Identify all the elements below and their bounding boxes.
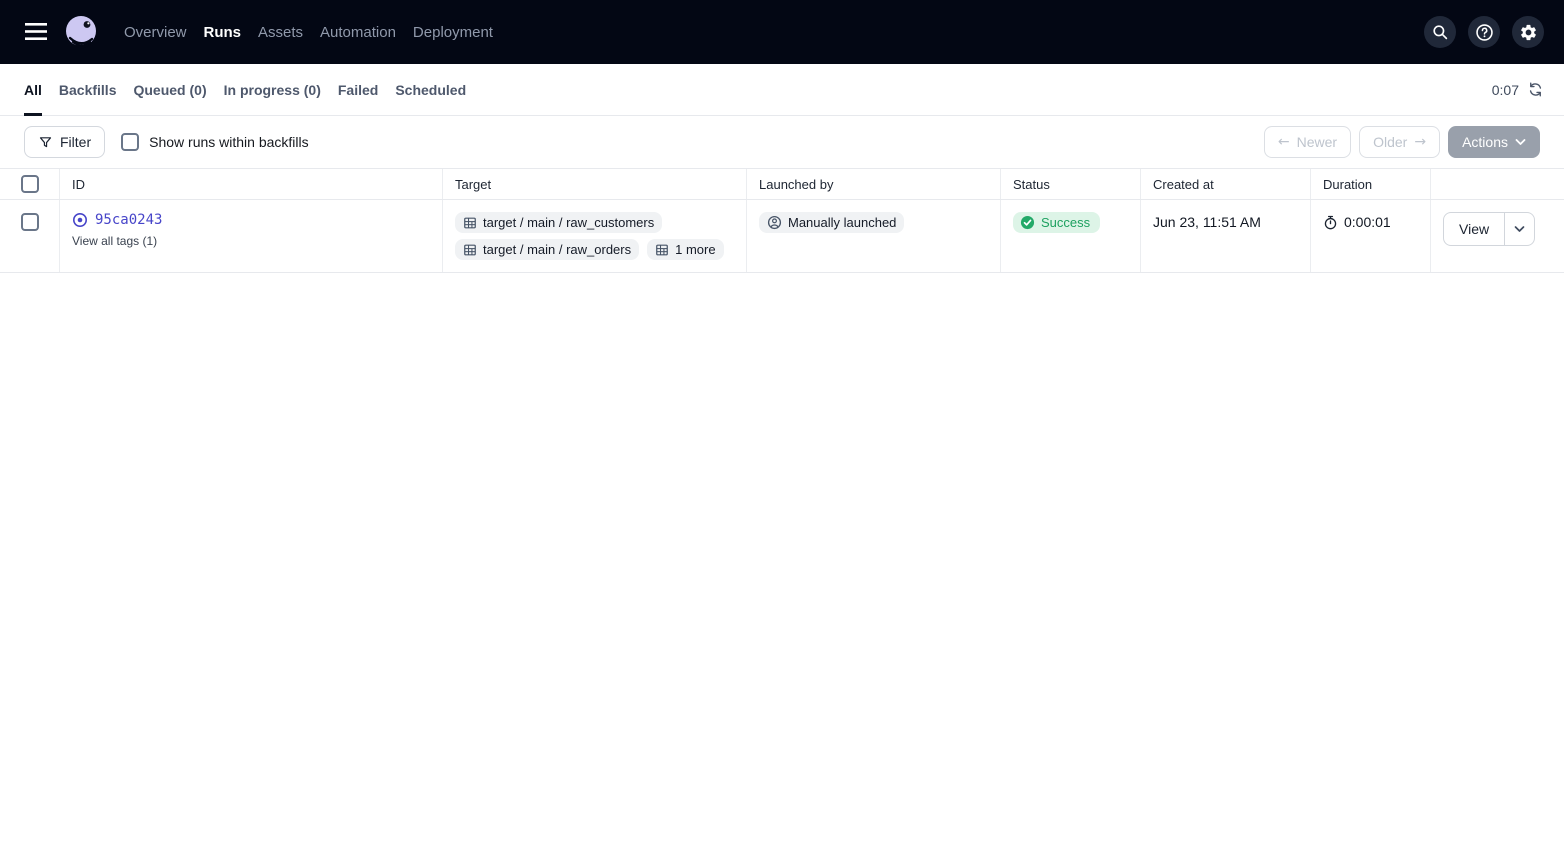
nav-item-runs[interactable]: Runs (204, 24, 242, 41)
nav-item-overview[interactable]: Overview (124, 24, 187, 41)
hamburger-icon (25, 23, 47, 41)
older-button[interactable]: Older → (1359, 126, 1440, 158)
actions-button-label: Actions (1462, 134, 1508, 150)
nav-item-deployment[interactable]: Deployment (413, 24, 493, 41)
filter-funnel-icon (38, 135, 53, 150)
runs-tabs-row: All Backfills Queued (0) In progress (0)… (0, 64, 1564, 116)
row-actions-cell: View (1431, 200, 1564, 272)
check-circle-icon (1020, 215, 1035, 230)
duration-value: 0:00:01 (1344, 214, 1391, 230)
more-targets-label: 1 more (675, 242, 715, 257)
filter-button-label: Filter (60, 134, 91, 150)
run-id-cell: 95ca0243 View all tags (1) (60, 200, 443, 272)
table-grid-icon (463, 243, 477, 257)
chevron-down-icon (1515, 138, 1526, 146)
select-all-cell (0, 169, 60, 199)
chevron-down-icon (1514, 225, 1525, 233)
tab-failed[interactable]: Failed (338, 64, 378, 116)
table-row: 95ca0243 View all tags (1) target / main… (0, 200, 1564, 273)
duration-cell: 0:00:01 (1311, 200, 1431, 272)
status-badge: Success (1013, 212, 1100, 233)
refresh-button[interactable] (1527, 81, 1544, 98)
row-select-cell (0, 200, 60, 272)
show-backfills-checkbox[interactable] (121, 133, 139, 151)
column-header-duration: Duration (1311, 169, 1431, 199)
show-backfills-toggle[interactable]: Show runs within backfills (121, 133, 309, 151)
top-navigation: Overview Runs Assets Automation Deployme… (0, 0, 1564, 64)
view-all-tags-link[interactable]: View all tags (1) (72, 234, 157, 248)
table-grid-icon (655, 243, 669, 257)
timer-icon (1323, 215, 1338, 230)
target-tag-label: target / main / raw_customers (483, 215, 654, 230)
run-id-link[interactable]: 95ca0243 (95, 212, 162, 228)
nav-item-assets[interactable]: Assets (258, 24, 303, 41)
refresh-icon (1527, 81, 1544, 98)
select-all-checkbox[interactable] (21, 175, 39, 193)
octopus-logo-icon (62, 13, 100, 51)
tab-scheduled[interactable]: Scheduled (395, 64, 466, 116)
column-header-id: ID (60, 169, 443, 199)
runs-tabs: All Backfills Queued (0) In progress (0)… (24, 64, 466, 115)
newer-button-label: Newer (1297, 134, 1337, 150)
older-button-label: Older (1373, 134, 1407, 150)
column-header-launched-by: Launched by (747, 169, 1001, 199)
tab-all[interactable]: All (24, 64, 42, 116)
launched-by-tag[interactable]: Manually launched (759, 212, 904, 233)
person-circle-icon (767, 215, 782, 230)
nav-item-automation[interactable]: Automation (320, 24, 396, 41)
status-cell: Success (1001, 200, 1141, 272)
search-icon (1431, 23, 1449, 41)
status-label: Success (1041, 215, 1090, 230)
column-header-created-at: Created at (1141, 169, 1311, 199)
launched-by-cell: Manually launched (747, 200, 1001, 272)
run-status-dot-icon (72, 212, 88, 228)
target-tag-label: target / main / raw_orders (483, 242, 631, 257)
tab-in-progress[interactable]: In progress (0) (224, 64, 321, 116)
table-grid-icon (463, 216, 477, 230)
actions-button[interactable]: Actions (1448, 126, 1540, 158)
launched-by-label: Manually launched (788, 215, 896, 230)
runs-toolbar: Filter Show runs within backfills ← Newe… (0, 116, 1564, 168)
target-tag[interactable]: target / main / raw_orders (455, 239, 639, 260)
target-tag[interactable]: target / main / raw_customers (455, 212, 662, 233)
refresh-area: 0:07 (1492, 64, 1544, 115)
pagination-actions: ← Newer Older → Actions (1264, 126, 1540, 158)
row-checkbox[interactable] (21, 213, 39, 231)
settings-button[interactable] (1512, 16, 1544, 48)
main-nav: Overview Runs Assets Automation Deployme… (124, 24, 493, 41)
tab-queued[interactable]: Queued (0) (133, 64, 206, 116)
topnav-icon-buttons (1424, 16, 1544, 48)
newer-button[interactable]: ← Newer (1264, 126, 1351, 158)
show-backfills-label: Show runs within backfills (149, 134, 309, 150)
dagster-logo[interactable] (62, 13, 100, 51)
arrow-left-icon: ← (1278, 134, 1290, 150)
more-targets-tag[interactable]: 1 more (647, 239, 723, 260)
created-at-cell: Jun 23, 11:51 AM (1141, 200, 1311, 272)
search-button[interactable] (1424, 16, 1456, 48)
tab-backfills[interactable]: Backfills (59, 64, 117, 116)
column-header-status: Status (1001, 169, 1141, 199)
filter-button[interactable]: Filter (24, 126, 105, 158)
gear-icon (1519, 23, 1538, 42)
view-split-button: View (1443, 212, 1535, 246)
view-button[interactable]: View (1444, 213, 1504, 245)
help-icon (1475, 23, 1494, 42)
refresh-countdown: 0:07 (1492, 82, 1519, 98)
created-at-value: Jun 23, 11:51 AM (1153, 212, 1261, 230)
help-button[interactable] (1468, 16, 1500, 48)
arrow-right-icon: → (1414, 134, 1426, 150)
column-header-target: Target (443, 169, 747, 199)
table-header-row: ID Target Launched by Status Created at … (0, 168, 1564, 200)
column-header-actions (1431, 169, 1564, 199)
runs-table: ID Target Launched by Status Created at … (0, 168, 1564, 273)
view-dropdown-button[interactable] (1504, 213, 1534, 245)
hamburger-menu-icon[interactable] (16, 12, 56, 52)
target-cell: target / main / raw_customers target / m… (443, 200, 747, 272)
